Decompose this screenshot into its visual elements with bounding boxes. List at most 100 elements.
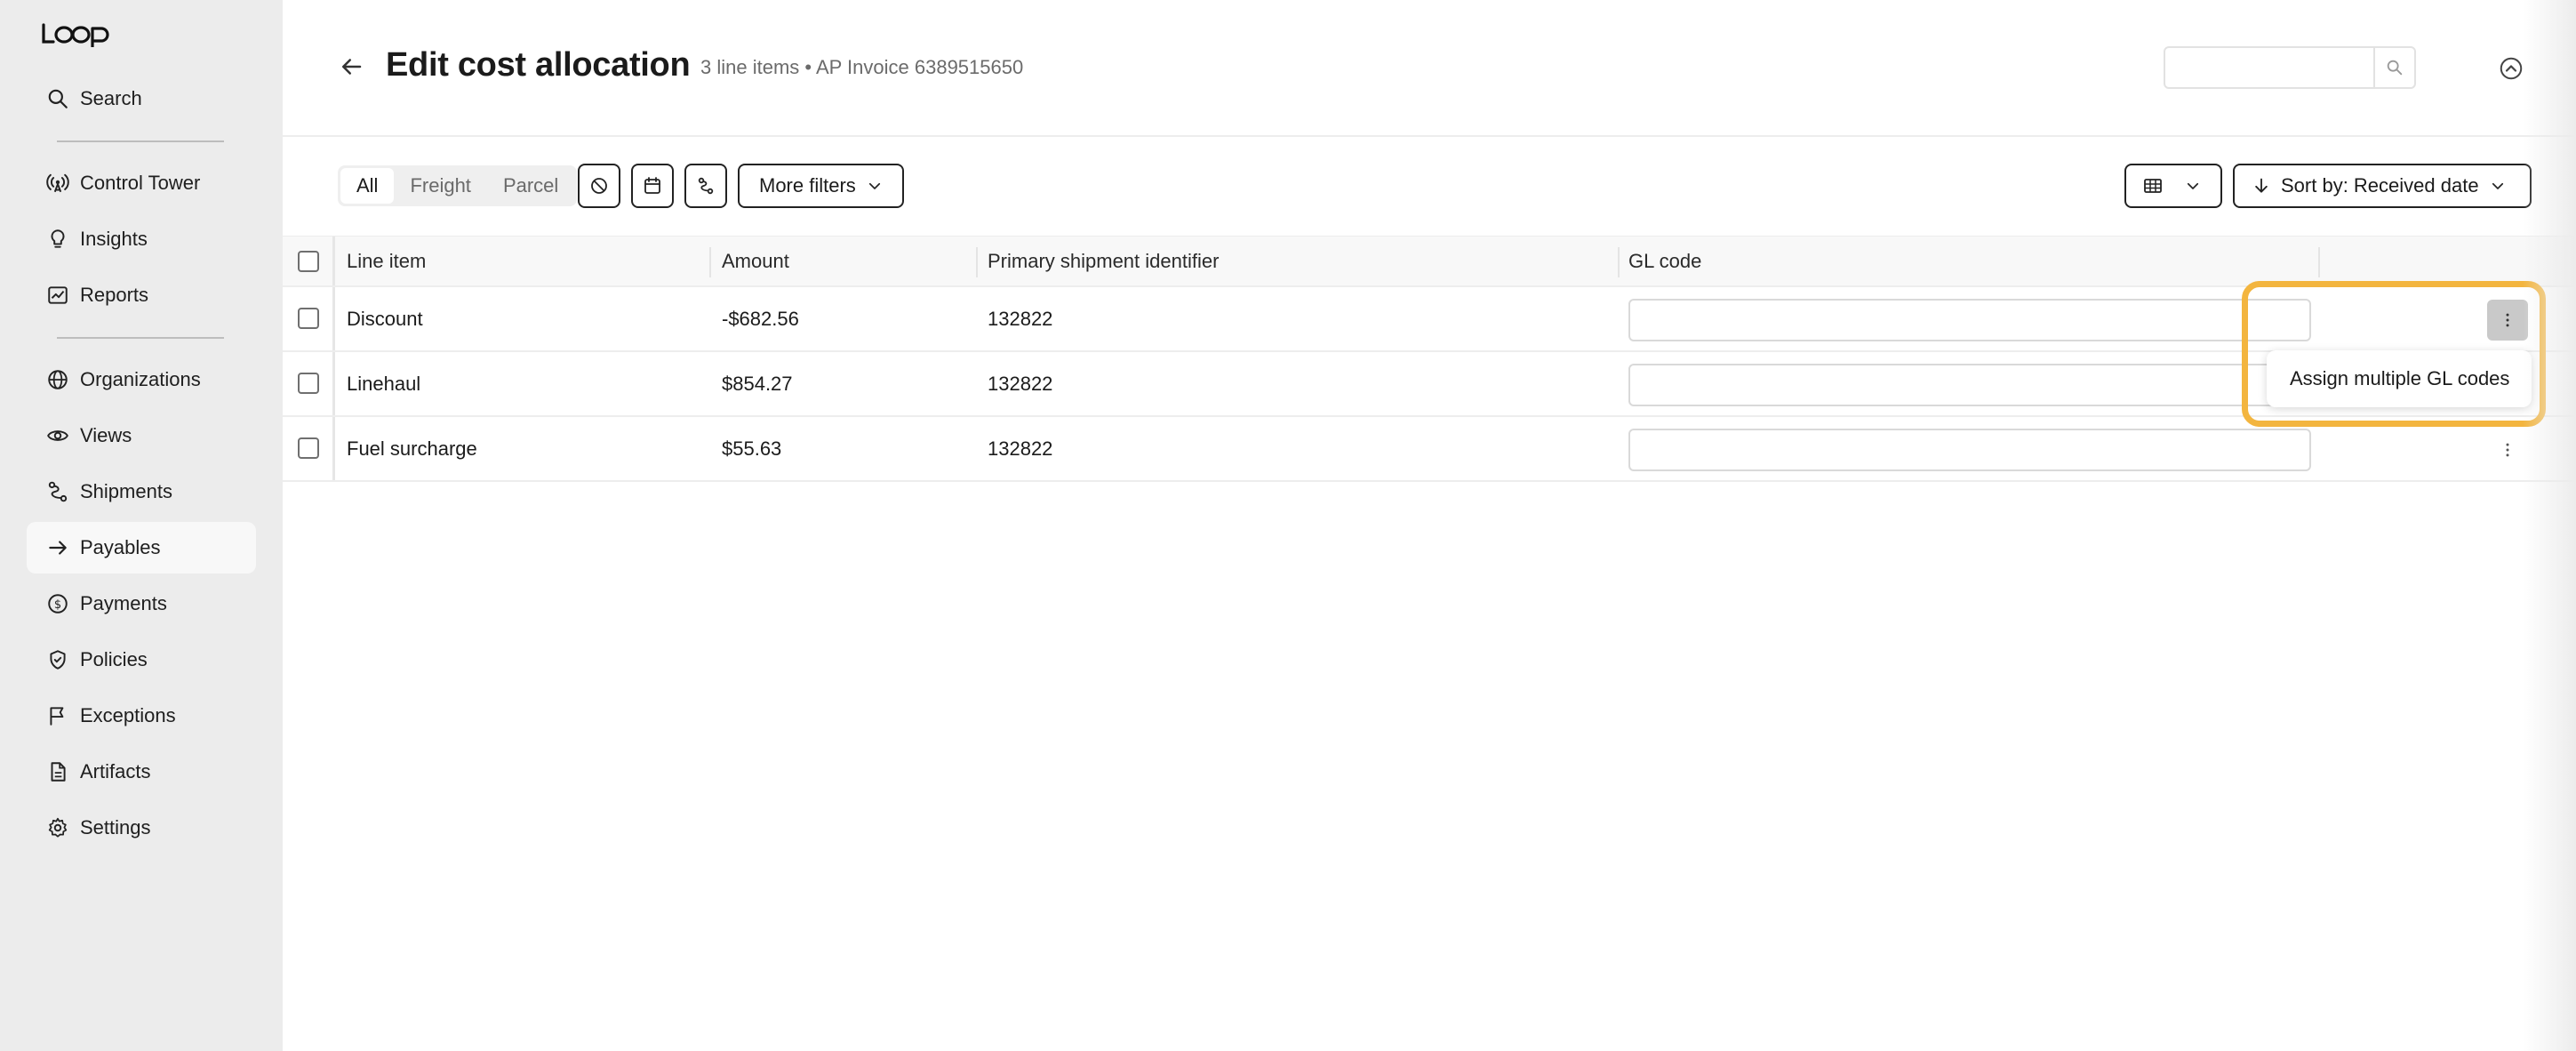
gl-code-input[interactable] — [1628, 299, 2311, 341]
table-row: Linehaul $854.27 132822 — [283, 352, 2576, 417]
search-icon — [2387, 60, 2403, 76]
back-arrow-icon[interactable] — [338, 53, 364, 80]
chevron-down-icon — [2187, 182, 2199, 189]
page-header: Edit cost allocation 3 line items • AP I… — [283, 0, 2576, 137]
lightbulb-icon — [51, 229, 65, 248]
route-icon — [48, 481, 68, 502]
sidebar-item-views[interactable]: Views — [27, 410, 256, 461]
chart-icon — [48, 286, 68, 304]
gl-code-input[interactable] — [1628, 429, 2311, 471]
sidebar-item-policies[interactable]: Policies — [27, 634, 256, 686]
row-checkbox[interactable] — [298, 437, 319, 459]
row-checkbox[interactable] — [298, 308, 319, 329]
arrow-right-icon — [49, 541, 67, 555]
line-item-cell: Discount — [347, 307, 423, 330]
sidebar-divider — [57, 140, 224, 142]
collapse-up-icon[interactable] — [2498, 55, 2524, 82]
amount-cell: $55.63 — [722, 437, 782, 460]
shipment-id-cell: 132822 — [988, 307, 1053, 330]
row-actions-button[interactable] — [2487, 300, 2528, 341]
sidebar: Search Control Tower Insights Reports Or… — [0, 0, 283, 1051]
edge-shade — [2523, 0, 2576, 1051]
block-icon — [591, 178, 607, 194]
chevron-down-icon — [868, 182, 880, 189]
sidebar-divider — [57, 337, 224, 339]
loop-logo[interactable] — [41, 20, 112, 50]
sidebar-item-payments[interactable]: $ Payments — [27, 578, 256, 630]
calendar-icon — [644, 177, 660, 194]
more-vertical-icon — [2506, 313, 2509, 327]
sidebar-item-label: Settings — [80, 816, 151, 838]
column-header-line-item[interactable]: Line item — [347, 237, 426, 285]
column-divider — [2318, 247, 2320, 277]
line-items-table: Line item Amount Primary shipment identi… — [283, 236, 2576, 482]
broadcast-icon — [46, 173, 69, 193]
frozen-column-divider — [332, 352, 335, 415]
sort-label: Sort by: Received date — [2281, 174, 2479, 197]
row-checkbox[interactable] — [298, 373, 319, 394]
line-item-cell: Fuel surcharge — [347, 437, 477, 460]
flag-icon — [50, 707, 64, 726]
sidebar-item-label: Policies — [80, 648, 148, 670]
gear-icon — [48, 817, 68, 838]
svg-text:$: $ — [54, 598, 61, 612]
shipment-id-cell: 132822 — [988, 437, 1053, 460]
sidebar-item-search[interactable]: Search — [27, 73, 256, 124]
row-actions-button[interactable] — [2487, 429, 2528, 470]
globe-icon — [48, 370, 68, 389]
view-toggle-button[interactable] — [2124, 164, 2222, 208]
line-item-cell: Linehaul — [347, 372, 421, 395]
assign-multiple-gl-codes-menu-item[interactable]: Assign multiple GL codes — [2267, 350, 2532, 407]
sidebar-item-label: Payments — [80, 592, 167, 614]
dollar-circle-icon: $ — [48, 594, 68, 614]
arrow-down-icon — [2255, 178, 2268, 193]
segment-parcel[interactable]: Parcel — [487, 168, 574, 204]
frozen-column-divider — [332, 237, 335, 285]
sidebar-item-label: Reports — [80, 284, 149, 306]
segment-all[interactable]: All — [340, 168, 395, 204]
frozen-column-divider — [332, 417, 335, 480]
sidebar-item-label: Search — [80, 87, 142, 109]
search-button[interactable] — [2373, 46, 2416, 89]
select-all-checkbox[interactable] — [298, 251, 319, 272]
route-filter-button[interactable] — [684, 164, 727, 208]
search-input[interactable] — [2164, 46, 2375, 89]
sidebar-item-label: Views — [80, 424, 132, 446]
column-header-amount[interactable]: Amount — [722, 237, 789, 285]
page-subtitle: 3 line items • AP Invoice 6389515650 — [700, 56, 1024, 78]
sidebar-item-payables[interactable]: Payables — [27, 522, 256, 574]
sidebar-item-label: Payables — [80, 536, 161, 558]
sidebar-item-exceptions[interactable]: Exceptions — [27, 690, 256, 742]
exclude-filter-button[interactable] — [578, 164, 620, 208]
segment-freight[interactable]: Freight — [394, 168, 486, 204]
table-header: Line item Amount Primary shipment identi… — [283, 236, 2576, 287]
search-icon — [48, 89, 68, 108]
document-icon — [51, 762, 66, 782]
more-filters-button[interactable]: More filters — [738, 164, 904, 208]
column-header-shipment-id[interactable]: Primary shipment identifier — [988, 237, 1219, 285]
sidebar-item-settings[interactable]: Settings — [27, 802, 256, 854]
eye-icon — [47, 430, 68, 441]
sidebar-item-label: Shipments — [80, 480, 172, 502]
sidebar-item-insights[interactable]: Insights — [27, 213, 256, 265]
amount-cell: $854.27 — [722, 372, 793, 395]
sidebar-item-shipments[interactable]: Shipments — [27, 466, 256, 517]
frozen-column-divider — [332, 287, 335, 350]
route-icon — [698, 177, 714, 195]
chevron-down-icon — [2492, 182, 2503, 189]
more-filters-label: More filters — [759, 174, 856, 197]
shield-check-icon — [50, 650, 66, 670]
page-title: Edit cost allocation — [386, 46, 691, 84]
sidebar-item-control-tower[interactable]: Control Tower — [27, 157, 256, 209]
category-segmented-control: All Freight Parcel — [338, 165, 578, 206]
sidebar-item-organizations[interactable]: Organizations — [27, 354, 256, 405]
column-divider — [976, 247, 978, 277]
gl-code-input[interactable] — [1628, 364, 2311, 406]
sidebar-item-artifacts[interactable]: Artifacts — [27, 746, 256, 798]
sidebar-item-reports[interactable]: Reports — [27, 269, 256, 321]
shipment-id-cell: 132822 — [988, 372, 1053, 395]
column-header-gl-code[interactable]: GL code — [1628, 237, 1701, 285]
sidebar-item-label: Artifacts — [80, 760, 151, 782]
date-filter-button[interactable] — [631, 164, 674, 208]
sort-button[interactable]: Sort by: Received date — [2233, 164, 2532, 208]
